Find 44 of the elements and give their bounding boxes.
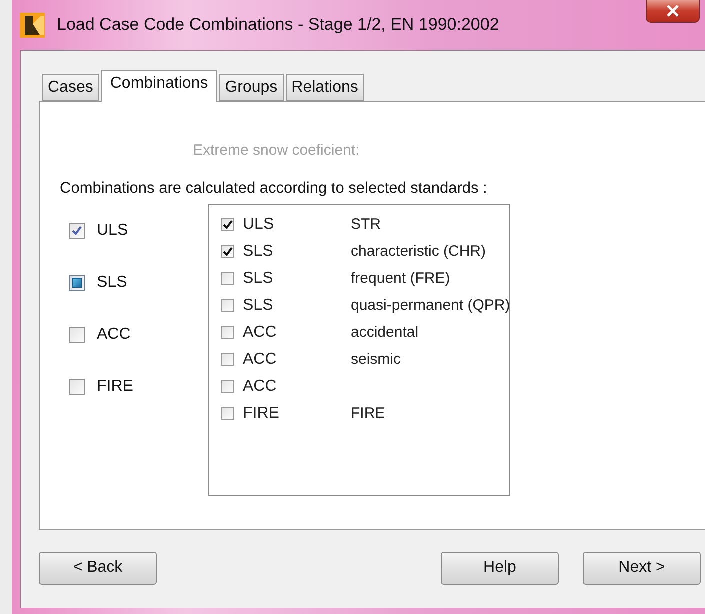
checkbox[interactable] [69,223,85,239]
standard-text: SLS [243,242,274,260]
checkbox[interactable] [221,272,234,285]
close-button[interactable] [646,0,700,23]
combination-type-text: frequent (FRE) [351,270,450,287]
checkbox[interactable] [69,379,85,395]
standard-text: FIRE [243,404,280,422]
help-button[interactable]: Help [441,552,559,584]
combination-type-text: characteristic (CHR) [351,243,486,260]
combination-type-text: seismic [351,351,402,368]
standard-text: SLS [243,296,274,314]
standard-text: ACC [243,378,278,396]
checkbox[interactable] [221,326,234,339]
app-logo-icon [20,12,45,38]
standard-text: SLS [243,270,274,288]
checkbox-label: ACC [97,326,131,344]
standards-label: Combinations are calculated according to selected standards : [60,180,488,198]
checkbox-label: FIRE [97,378,134,396]
standard-text: ACC [243,350,278,368]
window-title: Load Case Code Combinations - Stage 1/2, EN 1990:2002 [57,15,500,35]
checkbox[interactable] [221,380,234,393]
checkbox[interactable] [69,327,85,343]
checkbox[interactable] [221,353,234,366]
back-button[interactable]: < Back [39,552,157,584]
tab[interactable]: Groups [219,74,284,101]
checkbox-label: SLS [97,274,128,292]
checkbox[interactable] [221,299,234,312]
close-icon [666,5,680,17]
tab[interactable]: Cases [42,74,100,101]
checkbox-label: ULS [97,222,128,240]
combination-type-text: FIRE [351,405,386,422]
combination-type-text: quasi-permanent (QPR) [351,297,510,314]
snow-coefficient-label: Extreme snow coeficient: [193,142,361,159]
checkbox[interactable] [69,275,85,291]
checkbox[interactable] [221,245,234,258]
combination-type-text: STR [351,216,381,233]
next-button[interactable]: Next > [583,552,701,584]
checkbox[interactable] [221,407,234,420]
tab[interactable]: Relations [286,74,364,101]
combination-type-text: accidental [351,324,419,341]
standard-text: ACC [243,324,278,342]
checkbox[interactable] [221,218,234,231]
tab[interactable]: Combinations [101,70,218,102]
standard-text: ULS [243,216,276,234]
